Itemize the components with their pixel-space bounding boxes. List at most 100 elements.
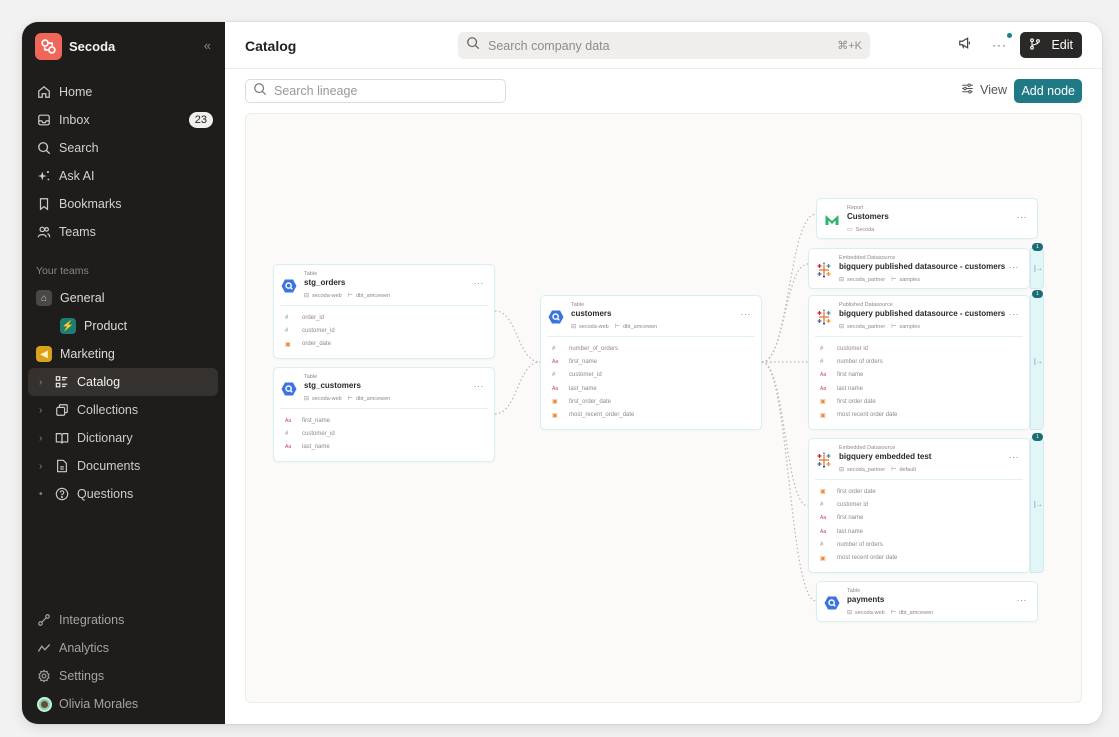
column-row[interactable]: Aa first name [815, 369, 1023, 382]
chevron-right-icon[interactable]: › [39, 405, 49, 416]
lineage-node-customers[interactable]: Table customers ⊟ secoda-web ⊢ dbt_amcewen ···… [540, 295, 762, 430]
column-row[interactable]: Aa last_name [280, 441, 488, 454]
tree-label: Dictionary [77, 431, 133, 445]
expand-downstream-tab[interactable]: 1 |→ [1030, 433, 1044, 573]
nav-item-bookmarks[interactable]: Bookmarks [22, 190, 225, 218]
lineage-node-published-ds[interactable]: Published Datasource bigquery published d… [808, 295, 1030, 430]
downstream-count-badge: 1 [1032, 290, 1043, 298]
chevron-right-icon[interactable]: › [39, 433, 49, 444]
expand-downstream-tab[interactable]: 1 |→ [1030, 243, 1044, 289]
column-row[interactable]: Aa first name [815, 512, 1023, 525]
column-row[interactable]: Aa last name [815, 382, 1023, 395]
column-row[interactable]: ▣ first order date [815, 485, 1023, 498]
nav-item-ask-ai[interactable]: Ask AI [22, 162, 225, 190]
node-header: Table customers ⊟ secoda-web ⊢ dbt_amcewen ··· [541, 296, 761, 336]
chevron-right-icon[interactable]: › [39, 461, 49, 472]
nav-item-analytics[interactable]: Analytics [22, 634, 225, 662]
column-row[interactable]: Aa last_name [547, 382, 755, 395]
lineage-node-stg-orders[interactable]: Table stg_orders ⊟ secoda-web ⊢ dbt_amcewen ··… [273, 264, 495, 359]
column-row[interactable]: ▣ most recent order date [815, 408, 1023, 421]
view-button[interactable]: View [961, 82, 1007, 98]
teams-list: ⌂ General ⚡ Product ◀ Marketing › Catalo… [22, 284, 225, 508]
node-title[interactable]: customers [571, 309, 611, 318]
node-more-button[interactable]: ··· [741, 309, 752, 319]
node-title[interactable]: stg_customers [304, 381, 361, 390]
nav-item-search[interactable]: Search [22, 134, 225, 162]
user-profile[interactable]: Olivia Morales [22, 690, 225, 718]
add-node-button[interactable]: Add node [1014, 79, 1082, 103]
team-general[interactable]: ⌂ General [22, 284, 225, 312]
lineage-search-input[interactable]: Search lineage [245, 79, 506, 103]
tree-item-documents[interactable]: › Documents [22, 452, 225, 480]
lineage-node-embedded-ds[interactable]: Embedded Datasource bigquery published da… [808, 248, 1030, 289]
chevron-right-icon[interactable]: › [39, 377, 49, 388]
nav-label: Search [59, 141, 99, 155]
node-title[interactable]: bigquery published datasource - customer… [839, 262, 1005, 271]
lineage-node-embedded-test[interactable]: Embedded Datasource bigquery embedded tes… [808, 438, 1030, 573]
nav-label: Integrations [59, 613, 125, 627]
node-header: Table stg_orders ⊟ secoda-web ⊢ dbt_amcewen ··… [274, 265, 494, 305]
node-title[interactable]: Customers [847, 212, 889, 221]
column-row[interactable]: # customer id [815, 342, 1023, 355]
meta-text: dbt_amcewen [355, 292, 391, 299]
downstream-count-badge: 1 [1032, 433, 1043, 441]
lineage-node-stg-customers[interactable]: Table stg_customers ⊟ secoda-web ⊢ dbt_amcewe… [273, 367, 495, 462]
brand-name: Secoda [69, 39, 116, 54]
node-title[interactable]: bigquery embedded test [839, 452, 931, 461]
collapse-sidebar-button[interactable]: « [204, 38, 211, 53]
lineage-edge-customers-to-embedded-test [761, 361, 809, 507]
nav-item-inbox[interactable]: Inbox 23 [22, 106, 225, 134]
column-row[interactable]: ▣ first order date [815, 395, 1023, 408]
column-row[interactable]: # customer_id [280, 427, 488, 440]
node-more-button[interactable]: ··· [474, 381, 485, 391]
column-row[interactable]: Aa first_name [280, 414, 488, 427]
column-row[interactable]: ▣ most recent order date [815, 551, 1023, 564]
nav-item-teams[interactable]: Teams [22, 218, 225, 246]
more-options-button[interactable]: ··· [986, 32, 1013, 58]
expand-downstream-tab[interactable]: 1 |→ [1030, 290, 1044, 430]
column-row[interactable]: # order_id [280, 311, 488, 324]
lineage-node-report-customers[interactable]: Report Customers ▭ Secoda ··· [816, 198, 1038, 239]
tree-item-dictionary[interactable]: › Dictionary [22, 424, 225, 452]
team-label: General [60, 291, 105, 305]
column-row[interactable]: # number of orders [815, 355, 1023, 368]
column-row[interactable]: # customer_id [547, 369, 755, 382]
team-product[interactable]: ⚡ Product [22, 312, 225, 340]
column-row[interactable]: ▣ order_date [280, 338, 488, 351]
node-more-button[interactable]: ··· [1009, 309, 1020, 319]
tree-item-collections[interactable]: › Collections [22, 396, 225, 424]
meta-text: secoda_partner [847, 276, 886, 283]
column-row[interactable]: ▣ first_order_date [547, 395, 755, 408]
nav-item-home[interactable]: Home [22, 78, 225, 106]
brand[interactable]: Secoda [35, 33, 115, 60]
column-row[interactable]: # customer_id [280, 324, 488, 337]
top-actions: ··· Edit [952, 32, 1082, 58]
announcements-button[interactable] [952, 32, 978, 58]
column-row[interactable]: Aa first_name [547, 355, 755, 368]
tree-item-catalog[interactable]: › Catalog [28, 368, 218, 396]
node-more-button[interactable]: ··· [1017, 212, 1028, 222]
column-row[interactable]: # number of orders [815, 538, 1023, 551]
node-title[interactable]: bigquery published datasource - customer… [839, 309, 1005, 318]
column-row[interactable]: ▣ most_recent_order_date [547, 408, 755, 421]
node-meta: ⊟ secoda-web ⊢ dbt_amcewen [304, 292, 396, 300]
lineage-canvas[interactable]: Table stg_orders ⊟ secoda-web ⊢ dbt_amcewen ··… [245, 113, 1082, 703]
edit-button[interactable]: Edit [1020, 32, 1082, 58]
node-more-button[interactable]: ··· [1009, 452, 1020, 462]
node-more-button[interactable]: ··· [1017, 595, 1028, 605]
column-row[interactable]: Aa last name [815, 525, 1023, 538]
node-title[interactable]: payments [847, 595, 884, 604]
nav-item-integrations[interactable]: Integrations [22, 606, 225, 634]
global-search-input[interactable]: Search company data ⌘+K [458, 32, 870, 59]
node-more-button[interactable]: ··· [474, 278, 485, 288]
search-placeholder: Search company data [488, 38, 610, 53]
tree-item-questions[interactable]: • Questions [22, 480, 225, 508]
team-marketing[interactable]: ◀ Marketing [22, 340, 225, 368]
nav-item-settings[interactable]: Settings [22, 662, 225, 690]
column-row[interactable]: # number_of_orders [547, 342, 755, 355]
node-more-button[interactable]: ··· [1009, 262, 1020, 272]
lineage-node-payments[interactable]: Table payments ⊟ secoda-web ⊢ dbt_amcewen ··· [816, 581, 1038, 622]
column-row[interactable]: # customer id [815, 498, 1023, 511]
node-title[interactable]: stg_orders [304, 278, 345, 287]
meta-text: secoda-web [579, 323, 609, 330]
